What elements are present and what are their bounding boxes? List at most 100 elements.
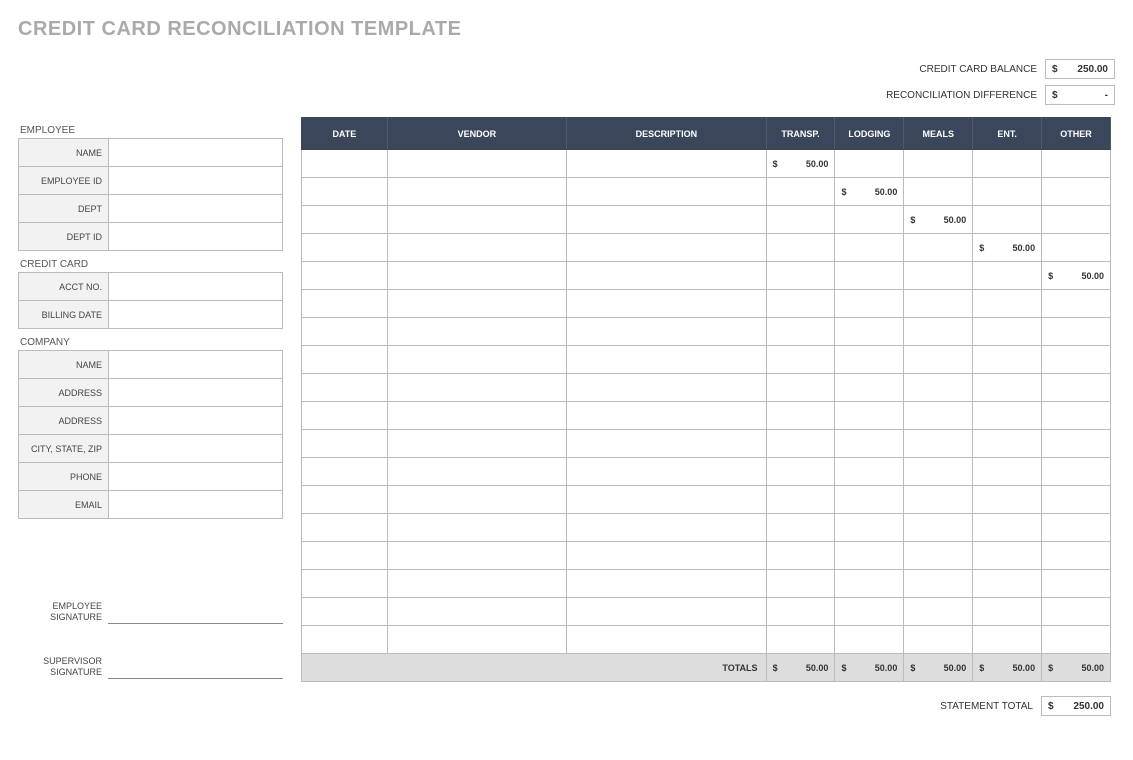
cell-transp[interactable] (766, 598, 835, 626)
cell-meals[interactable] (904, 346, 973, 374)
cell-lodging[interactable] (835, 290, 904, 318)
cell-vendor[interactable] (387, 570, 566, 598)
cell-lodging[interactable] (835, 570, 904, 598)
cell-meals[interactable] (904, 570, 973, 598)
cell-transp[interactable] (766, 514, 835, 542)
cell-desc[interactable] (567, 402, 766, 430)
cell-vendor[interactable] (387, 486, 566, 514)
cell-other[interactable] (1042, 318, 1111, 346)
cell-date[interactable] (302, 206, 388, 234)
company-field-input[interactable] (109, 351, 283, 379)
cell-date[interactable] (302, 178, 388, 206)
supervisor-signature-line[interactable] (108, 678, 283, 679)
cell-lodging[interactable] (835, 430, 904, 458)
cell-lodging[interactable] (835, 346, 904, 374)
cell-ent[interactable] (973, 598, 1042, 626)
cell-lodging[interactable] (835, 374, 904, 402)
cell-desc[interactable] (567, 514, 766, 542)
cell-meals[interactable] (904, 402, 973, 430)
cell-date[interactable] (302, 234, 388, 262)
employee-field-input[interactable] (109, 223, 283, 251)
cell-vendor[interactable] (387, 598, 566, 626)
cell-meals[interactable] (904, 626, 973, 654)
cell-other[interactable] (1042, 178, 1111, 206)
cell-desc[interactable] (567, 542, 766, 570)
statement-total-value[interactable]: $ 250.00 (1041, 696, 1111, 716)
employee-field-input[interactable] (109, 167, 283, 195)
employee-field-input[interactable] (109, 195, 283, 223)
cell-date[interactable] (302, 542, 388, 570)
cell-vendor[interactable] (387, 542, 566, 570)
cell-date[interactable] (302, 374, 388, 402)
cell-other[interactable]: $50.00 (1042, 262, 1111, 290)
employee-field-input[interactable] (109, 139, 283, 167)
cell-vendor[interactable] (387, 318, 566, 346)
cell-vendor[interactable] (387, 626, 566, 654)
cell-transp[interactable]: $50.00 (766, 150, 835, 178)
cell-desc[interactable] (567, 178, 766, 206)
cell-transp[interactable] (766, 542, 835, 570)
cell-ent[interactable] (973, 178, 1042, 206)
cell-other[interactable] (1042, 430, 1111, 458)
cell-transp[interactable] (766, 206, 835, 234)
cell-ent[interactable] (973, 150, 1042, 178)
cell-vendor[interactable] (387, 346, 566, 374)
cell-desc[interactable] (567, 374, 766, 402)
cell-desc[interactable] (567, 234, 766, 262)
cell-desc[interactable] (567, 290, 766, 318)
cell-meals[interactable] (904, 430, 973, 458)
cell-vendor[interactable] (387, 430, 566, 458)
cell-transp[interactable] (766, 486, 835, 514)
cell-other[interactable] (1042, 206, 1111, 234)
cell-desc[interactable] (567, 430, 766, 458)
cell-date[interactable] (302, 262, 388, 290)
reconciliation-diff-value[interactable]: $ - (1045, 85, 1115, 105)
cell-date[interactable] (302, 486, 388, 514)
company-field-input[interactable] (109, 379, 283, 407)
cell-other[interactable] (1042, 402, 1111, 430)
cell-transp[interactable] (766, 374, 835, 402)
company-field-input[interactable] (109, 491, 283, 519)
cell-vendor[interactable] (387, 234, 566, 262)
cell-desc[interactable] (567, 626, 766, 654)
cell-date[interactable] (302, 514, 388, 542)
cell-meals[interactable] (904, 374, 973, 402)
credit-card-balance-value[interactable]: $ 250.00 (1045, 59, 1115, 79)
cell-desc[interactable] (567, 206, 766, 234)
cell-meals[interactable] (904, 318, 973, 346)
cell-transp[interactable] (766, 430, 835, 458)
cell-transp[interactable] (766, 402, 835, 430)
cell-other[interactable] (1042, 598, 1111, 626)
cell-vendor[interactable] (387, 206, 566, 234)
cell-lodging[interactable] (835, 150, 904, 178)
cell-ent[interactable] (973, 486, 1042, 514)
cell-ent[interactable] (973, 374, 1042, 402)
cell-lodging[interactable]: $50.00 (835, 178, 904, 206)
cell-meals[interactable] (904, 234, 973, 262)
cell-transp[interactable] (766, 234, 835, 262)
cell-lodging[interactable] (835, 598, 904, 626)
cell-meals[interactable] (904, 290, 973, 318)
cell-transp[interactable] (766, 346, 835, 374)
cell-transp[interactable] (766, 178, 835, 206)
credit-card-field-input[interactable] (109, 273, 283, 301)
cell-transp[interactable] (766, 570, 835, 598)
cell-other[interactable] (1042, 570, 1111, 598)
cell-ent[interactable] (973, 626, 1042, 654)
cell-date[interactable] (302, 402, 388, 430)
cell-other[interactable] (1042, 234, 1111, 262)
cell-other[interactable] (1042, 542, 1111, 570)
cell-ent[interactable] (973, 514, 1042, 542)
cell-desc[interactable] (567, 598, 766, 626)
cell-transp[interactable] (766, 262, 835, 290)
cell-lodging[interactable] (835, 626, 904, 654)
credit-card-field-input[interactable] (109, 301, 283, 329)
cell-date[interactable] (302, 430, 388, 458)
cell-ent[interactable] (973, 290, 1042, 318)
cell-other[interactable] (1042, 374, 1111, 402)
cell-ent[interactable] (973, 430, 1042, 458)
cell-ent[interactable] (973, 318, 1042, 346)
cell-other[interactable] (1042, 346, 1111, 374)
cell-meals[interactable] (904, 598, 973, 626)
cell-desc[interactable] (567, 570, 766, 598)
